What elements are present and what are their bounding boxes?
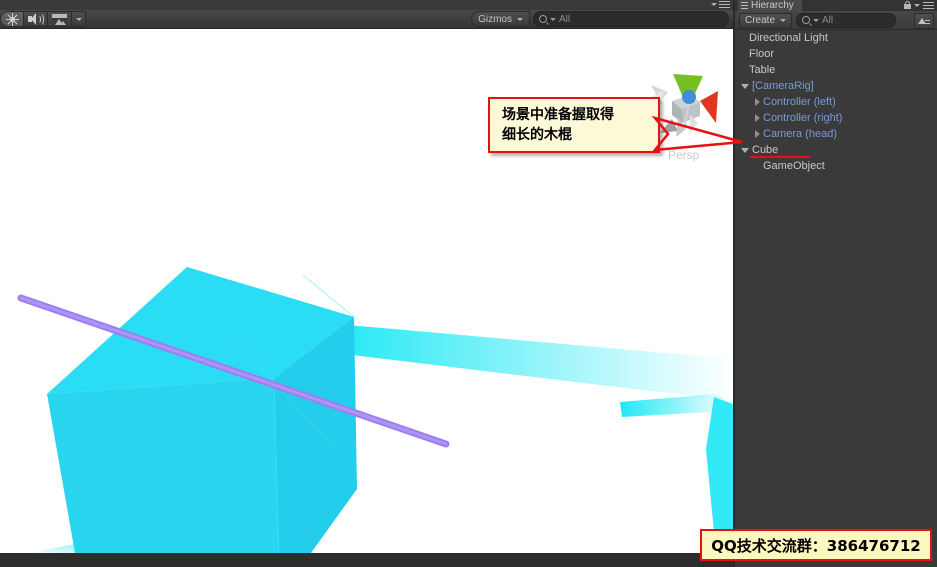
sort-hierarchy-icon <box>918 17 930 26</box>
gizmo-perspective-label[interactable]: Persp <box>668 148 699 162</box>
tab-hierarchy-label: Hierarchy <box>751 0 794 11</box>
scene-view-tabstrip <box>0 0 733 10</box>
effects-dropdown-button[interactable] <box>72 11 86 27</box>
hierarchy-tabstrip: Hierarchy <box>735 0 937 11</box>
hierarchy-item-camerarig[interactable]: [CameraRig] <box>735 78 937 94</box>
chevron-down-icon[interactable] <box>741 83 749 89</box>
gizmos-dropdown-button[interactable]: Gizmos <box>471 11 530 27</box>
create-button[interactable]: Create <box>739 12 793 28</box>
search-icon <box>802 16 811 24</box>
hamburger-menu-icon[interactable] <box>719 1 730 8</box>
chevron-right-icon[interactable] <box>755 130 760 138</box>
annotation-callout: 场景中准备握取得 细长的木棍 <box>488 97 660 153</box>
gizmo-axis-z <box>682 90 696 104</box>
hierarchy-item-label: Directional Light <box>749 32 828 44</box>
hierarchy-item-controller-left[interactable]: Controller (left) <box>735 94 937 110</box>
list-icon <box>741 2 748 9</box>
callout-line-1: 场景中准备握取得 <box>502 107 614 123</box>
hierarchy-item-label: Table <box>749 64 776 76</box>
hierarchy-item-gameobject[interactable]: GameObject <box>735 158 937 174</box>
callout-line-2: 细长的木棍 <box>502 127 572 143</box>
scene-view-toolbar: Gizmos All <box>0 10 733 29</box>
hierarchy-item-label: Controller (left) <box>763 96 836 108</box>
hierarchy-item-controller-right[interactable]: Controller (right) <box>735 110 937 126</box>
hierarchy-item-label: GameObject <box>763 160 825 172</box>
qq-group-banner: QQ技术交流群：386476712 <box>700 529 932 561</box>
cube-front-face <box>47 378 279 553</box>
hierarchy-tree[interactable]: Directional Light Floor Table [CameraRig] Co… <box>735 30 937 567</box>
sun-icon <box>5 12 19 26</box>
chevron-down-icon <box>75 17 82 21</box>
lock-icon[interactable] <box>904 1 911 9</box>
create-button-label: Create <box>745 14 776 26</box>
hierarchy-item-floor[interactable]: Floor <box>735 46 937 62</box>
scene-render-toggles <box>0 10 86 28</box>
hierarchy-search-input[interactable]: All <box>796 12 897 28</box>
hierarchy-panel: Hierarchy Create All Directional Light F… <box>735 0 937 567</box>
tab-hierarchy[interactable]: Hierarchy <box>738 0 802 11</box>
hierarchy-item-label: Floor <box>749 48 775 60</box>
gizmos-label: Gizmos <box>478 13 512 25</box>
hierarchy-item-label: Camera (head) <box>763 128 837 140</box>
chevron-right-icon[interactable] <box>755 98 760 106</box>
audio-toggle-button[interactable] <box>24 11 48 27</box>
search-filter-chevron-icon <box>550 17 556 21</box>
image-effects-icon <box>52 13 67 25</box>
search-filter-chevron-icon <box>813 18 820 22</box>
hierarchy-item-label: Controller (right) <box>763 112 843 124</box>
hierarchy-toolbar: Create All <box>735 11 937 30</box>
hierarchy-item-directional-light[interactable]: Directional Light <box>735 30 937 46</box>
unity-editor-window: Gizmos All Persp Hierarchy Create All Di… <box>0 0 937 567</box>
search-icon <box>539 15 547 23</box>
lighting-toggle-button[interactable] <box>0 11 24 27</box>
chevron-down-icon[interactable] <box>741 147 749 153</box>
chevron-down-icon <box>780 18 787 22</box>
effects-toggle-button[interactable] <box>48 11 72 27</box>
hamburger-menu-icon[interactable] <box>923 1 934 9</box>
hierarchy-window-controls <box>904 1 934 9</box>
hierarchy-search-placeholder: All <box>822 14 834 26</box>
chevron-down-icon <box>517 17 523 21</box>
hierarchy-item-label: [CameraRig] <box>752 80 814 92</box>
scene-search-placeholder: All <box>559 13 571 25</box>
scene-view-bottom-bar <box>0 553 733 567</box>
chevron-down-icon[interactable] <box>914 3 920 7</box>
sort-method-button[interactable] <box>914 13 934 29</box>
hierarchy-item-label: Cube <box>752 144 779 156</box>
chevron-right-icon[interactable] <box>755 114 760 122</box>
scene-view-window-menu[interactable] <box>711 1 730 8</box>
scene-view-panel: Gizmos All Persp <box>0 0 733 567</box>
scene-toolbar-right-group: Gizmos All <box>471 11 729 27</box>
gizmo-axis-x <box>700 91 718 123</box>
hierarchy-item-table[interactable]: Table <box>735 62 937 78</box>
selection-glow-cube-right <box>348 325 733 401</box>
chevron-down-icon[interactable] <box>711 3 717 6</box>
speaker-icon <box>28 13 44 26</box>
scene-search-input[interactable]: All <box>533 11 729 27</box>
hierarchy-item-camera-head[interactable]: Camera (head) <box>735 126 937 142</box>
gizmo-axis-neg-y <box>660 119 678 133</box>
